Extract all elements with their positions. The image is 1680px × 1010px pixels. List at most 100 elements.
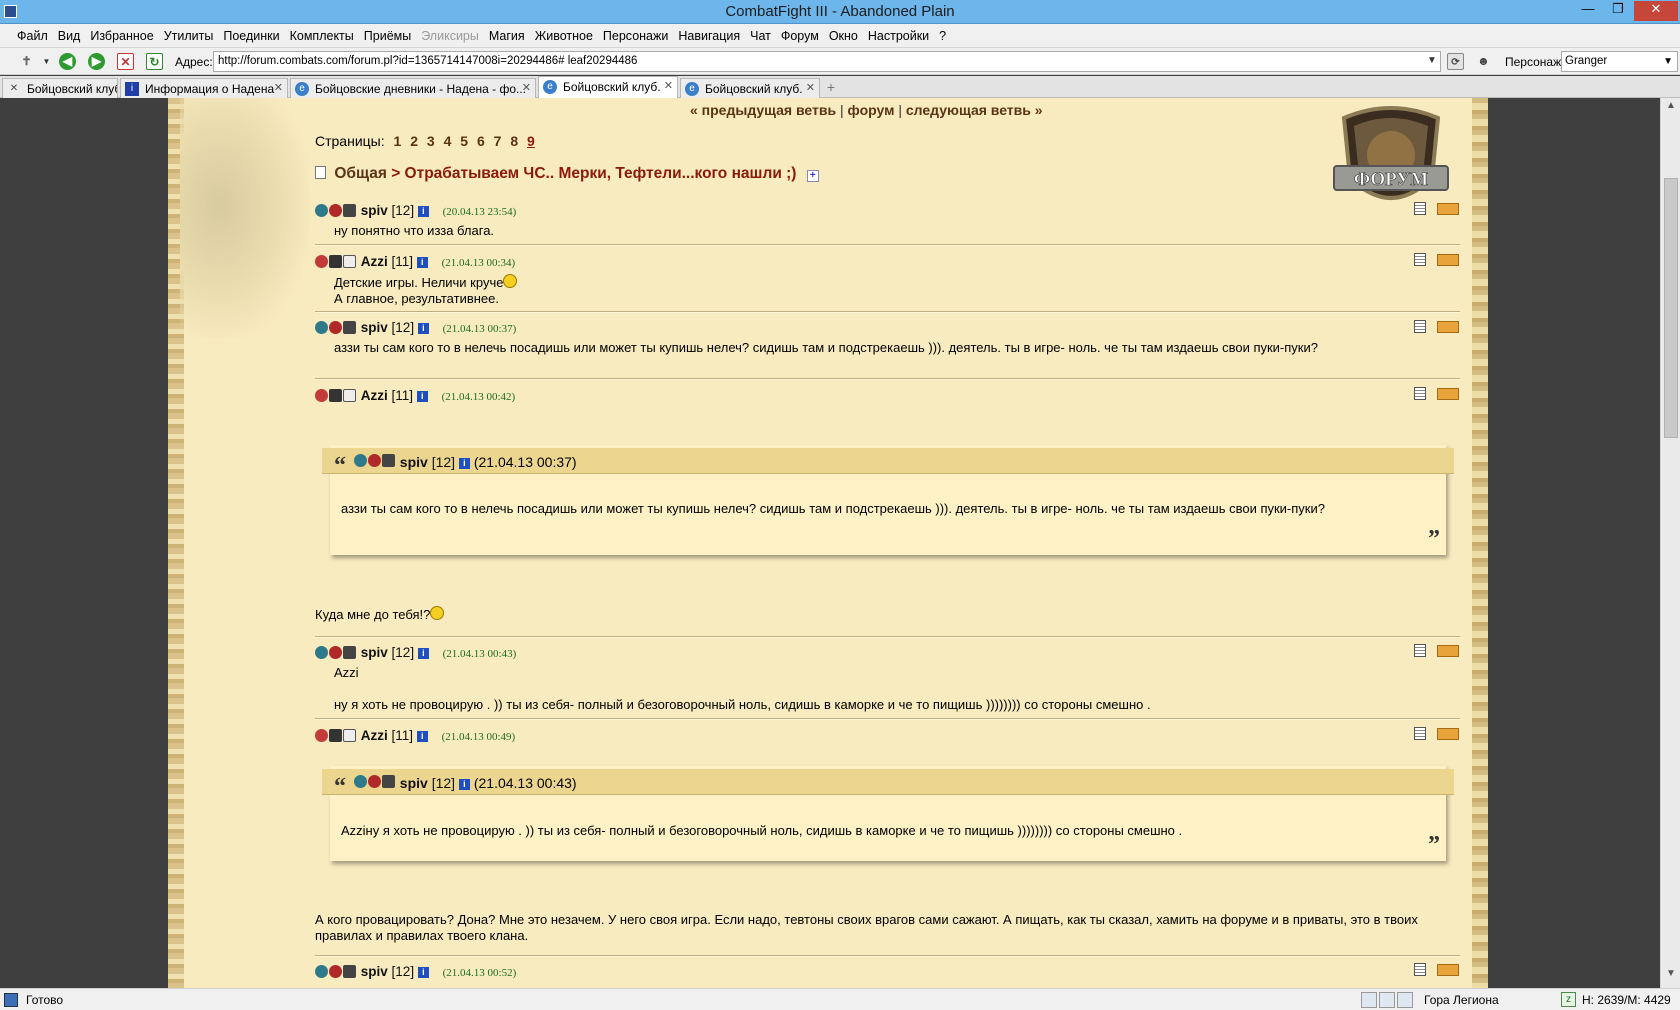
user-info-icon[interactable]: i [458, 458, 470, 469]
maximize-button[interactable]: ❐ [1604, 1, 1632, 21]
breadcrumb-root-link[interactable]: Общая [334, 165, 387, 182]
tab-fight-club-1[interactable]: ✕ Бойцовский клуб [2, 78, 118, 98]
tab-info-nadena[interactable]: i Информация о Надена ✕ [120, 78, 288, 98]
post-divider [315, 244, 1460, 246]
quote-nick[interactable]: spiv [400, 775, 428, 791]
prev-thread-link[interactable]: « предыдущая ветвь [690, 102, 836, 118]
reply-icon[interactable] [1437, 645, 1459, 657]
menu-settings[interactable]: Настройки [863, 29, 934, 43]
menu-view[interactable]: Вид [53, 29, 86, 43]
page-link-4[interactable]: 4 [444, 133, 452, 149]
document-icon[interactable] [1414, 202, 1426, 215]
pin-icon[interactable]: ✝ [18, 53, 35, 70]
page-link-3[interactable]: 3 [427, 133, 435, 149]
document-icon[interactable] [1414, 644, 1426, 657]
vertical-scrollbar[interactable]: ▲ ▼ [1660, 98, 1680, 988]
menu-chat[interactable]: Чат [745, 29, 776, 43]
post-header: spiv [12] i (21.04.13 00:52) [315, 964, 516, 981]
scroll-up-icon[interactable]: ▲ [1661, 100, 1680, 118]
page-link-8[interactable]: 8 [510, 133, 518, 149]
user-info-icon[interactable]: i [417, 323, 429, 334]
new-tab-icon[interactable]: + [822, 79, 840, 97]
user-info-icon[interactable]: i [416, 391, 428, 402]
document-icon[interactable] [1414, 387, 1426, 400]
post-timestamp: (21.04.13 00:37) [442, 323, 517, 335]
quote-nick[interactable]: spiv [400, 454, 428, 470]
tab-diaries[interactable]: e Бойцовские дневники - Надена - фо... ✕ [290, 78, 536, 98]
reply-icon[interactable] [1437, 728, 1459, 740]
menu-sets[interactable]: Комплекты [285, 29, 359, 43]
menu-characters[interactable]: Персонажи [598, 29, 673, 43]
user-nick[interactable]: spiv [361, 203, 388, 218]
page-link-6[interactable]: 6 [477, 133, 485, 149]
reply-icon[interactable] [1437, 254, 1459, 266]
tab-close-icon[interactable]: ✕ [664, 79, 673, 92]
user-info-icon[interactable]: i [417, 967, 429, 978]
swords-icon: ✕ [9, 83, 19, 94]
menu-forum[interactable]: Форум [776, 29, 824, 43]
user-nick[interactable]: spiv [361, 320, 388, 335]
pages-label: Страницы: [315, 133, 385, 149]
next-thread-link[interactable]: следующая ветвь » [906, 102, 1043, 118]
document-icon[interactable] [1414, 253, 1426, 266]
user-nick[interactable]: Azzi [361, 254, 388, 269]
user-nick[interactable]: spiv [361, 964, 388, 979]
menu-magic[interactable]: Магия [484, 29, 530, 43]
forward-icon[interactable]: ▶ [88, 53, 105, 70]
reply-icon[interactable] [1437, 964, 1459, 976]
menu-fights[interactable]: Поединки [218, 29, 284, 43]
menu-file[interactable]: Файл [12, 29, 53, 43]
refresh-status-icon[interactable] [1361, 992, 1377, 1008]
map-icon[interactable] [1379, 992, 1395, 1008]
back-icon[interactable]: ◀ [59, 53, 76, 70]
page-link-2[interactable]: 2 [410, 133, 418, 149]
refresh-icon[interactable]: ↻ [146, 53, 163, 70]
page-link-7[interactable]: 7 [494, 133, 502, 149]
menu-utilities[interactable]: Утилиты [159, 29, 219, 43]
scroll-thumb[interactable] [1664, 178, 1678, 438]
close-button[interactable]: ✕ [1634, 1, 1678, 21]
minimize-button[interactable]: — [1574, 1, 1602, 21]
document-icon[interactable] [1414, 320, 1426, 333]
tab-close-icon[interactable]: ✕ [274, 81, 283, 94]
menu-navigation[interactable]: Навигация [673, 29, 745, 43]
inventory-icon[interactable] [1397, 992, 1413, 1008]
user-info-icon[interactable]: i [416, 257, 428, 268]
address-input[interactable]: http://forum.combats.com/forum.pl?id=136… [213, 51, 1441, 72]
user-info-icon[interactable]: i [417, 206, 429, 217]
page-link-current[interactable]: 9 [527, 133, 535, 149]
menu-techniques[interactable]: Приёмы [359, 29, 416, 43]
go-icon[interactable]: ⟳ [1447, 53, 1464, 70]
dropdown-arrow-icon[interactable]: ▼ [38, 53, 55, 70]
nav-separator: | [839, 102, 844, 118]
tab-close-icon[interactable]: ✕ [522, 81, 531, 94]
reply-icon[interactable] [1437, 321, 1459, 333]
thread-navigation: « предыдущая ветвь | форум | следующая в… [690, 102, 1043, 118]
user-info-icon[interactable]: i [417, 648, 429, 659]
user-nick[interactable]: spiv [361, 645, 388, 660]
menu-animal[interactable]: Животное [530, 29, 598, 43]
add-bookmark-icon[interactable]: + [806, 170, 819, 182]
tab-close-icon[interactable]: ✕ [806, 81, 815, 94]
page-link-1[interactable]: 1 [394, 133, 402, 149]
user-info-icon[interactable]: i [416, 731, 428, 742]
user-info-icon[interactable]: i [458, 779, 470, 790]
scroll-down-icon[interactable]: ▼ [1661, 968, 1680, 986]
users-icon[interactable]: ☻ [1475, 53, 1492, 70]
menu-favorites[interactable]: Избранное [85, 29, 158, 43]
document-icon[interactable] [1414, 963, 1426, 976]
menu-help[interactable]: ? [934, 29, 951, 43]
stop-icon[interactable]: ✕ [117, 53, 134, 70]
reply-icon[interactable] [1437, 388, 1459, 400]
document-icon[interactable] [1414, 727, 1426, 740]
character-select[interactable]: Granger ▼ [1561, 51, 1678, 72]
tab-fight-club-active[interactable]: e Бойцовский клуб. ✕ [538, 76, 678, 98]
page-link-5[interactable]: 5 [460, 133, 468, 149]
forum-link[interactable]: форум [848, 102, 895, 118]
reply-icon[interactable] [1437, 203, 1459, 215]
menu-window[interactable]: Окно [824, 29, 863, 43]
user-nick[interactable]: Azzi [361, 728, 388, 743]
user-nick[interactable]: Azzi [361, 388, 388, 403]
address-dropdown-icon[interactable]: ▼ [1427, 55, 1437, 66]
tab-fight-club-2[interactable]: e Бойцовский клуб. ✕ [680, 78, 820, 98]
